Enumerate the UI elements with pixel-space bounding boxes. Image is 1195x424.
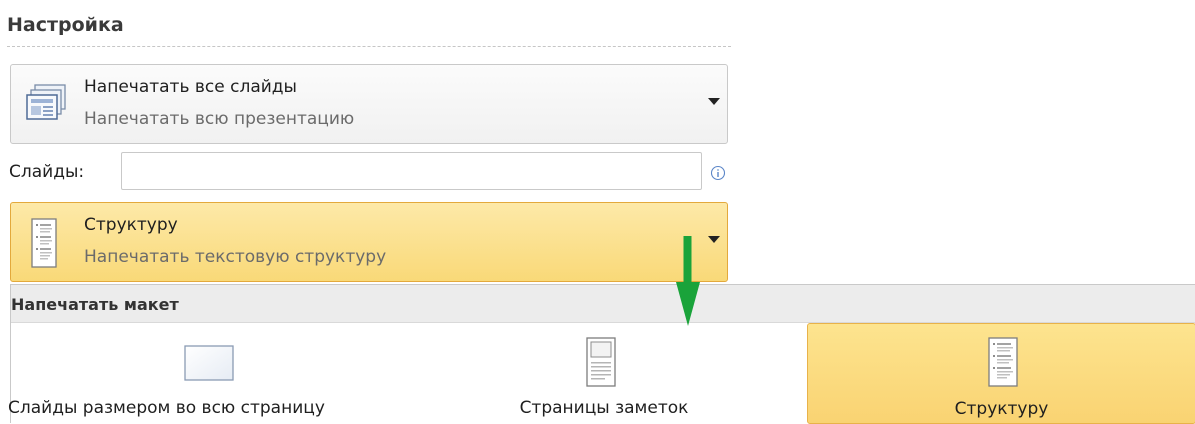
chevron-down-icon[interactable] [708,236,720,243]
layout-option-label: Структуру [954,399,1049,419]
arrow-down-icon [676,236,700,326]
cropped-caption [0,0,1195,12]
layout-option-label: Страницы заметок [519,398,689,418]
gallery-header-label: Напечатать макет [11,295,179,314]
gallery-header: Напечатать макет [11,285,1195,323]
full-page-slide-icon [184,345,234,381]
layout-option-full-page-slides[interactable]: Слайды размером во всю страницу [8,323,401,424]
slides-label: Слайды: [9,162,85,182]
print-layout-dropdown[interactable]: Структуру Напечатать текстовую структуру [10,202,728,282]
notes-page-icon [586,337,616,387]
slides-input[interactable] [121,152,702,190]
layout-option-outline[interactable]: Структуру [807,323,1195,424]
layout-option-label: Слайды размером во всю страницу [8,398,325,418]
layout-option-notes-pages[interactable]: Страницы заметок [429,323,779,424]
outline-page-icon [31,218,57,268]
print-layout-subtitle: Напечатать текстовую структуру [84,247,387,267]
outline-page-icon [988,337,1018,387]
print-range-title: Напечатать все слайды [84,77,297,97]
info-icon[interactable] [710,165,726,181]
print-all-slides-icon [26,84,66,120]
print-range-dropdown[interactable]: Напечатать все слайды Напечатать всю пре… [10,64,728,144]
chevron-down-icon[interactable] [708,98,720,105]
print-layout-gallery: Напечатать макет Слайды размером во всю … [8,284,1195,424]
section-divider [7,46,731,47]
print-range-subtitle: Напечатать всю презентацию [84,109,355,129]
print-layout-title: Структуру [84,215,178,235]
section-title: Настройка [7,14,124,36]
